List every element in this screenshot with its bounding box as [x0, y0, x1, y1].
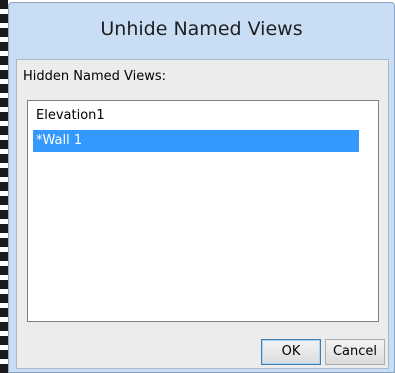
list-item-elevation1[interactable]: Elevation1 [33, 105, 359, 127]
cancel-button[interactable]: Cancel [325, 339, 385, 365]
hidden-named-views-label: Hidden Named Views: [23, 69, 166, 84]
unhide-named-views-dialog: Unhide Named Views Hidden Named Views: E… [8, 2, 395, 373]
dialog-titlebar[interactable]: Unhide Named Views [9, 3, 394, 59]
dialog-title: Unhide Named Views [100, 18, 303, 40]
dialog-client-area: Hidden Named Views: Elevation1 *Wall 1 O… [16, 59, 389, 369]
ok-button[interactable]: OK [261, 339, 321, 365]
list-item-wall-1[interactable]: *Wall 1 [33, 130, 359, 152]
hidden-views-listbox[interactable]: Elevation1 *Wall 1 [27, 100, 379, 322]
background-edge [0, 0, 8, 373]
